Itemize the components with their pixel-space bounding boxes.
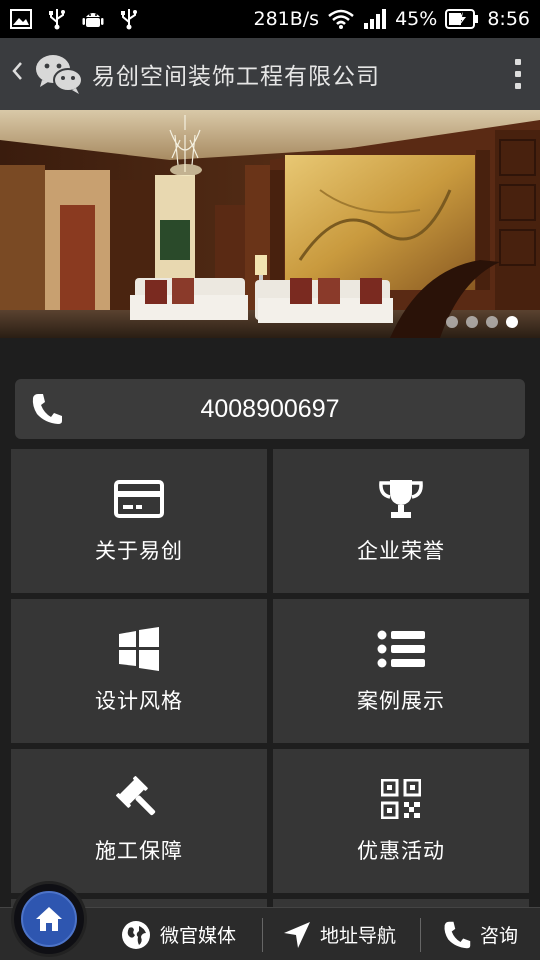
home-button[interactable]: [14, 884, 84, 954]
tile-label: 设计风格: [95, 689, 183, 713]
carousel-dot[interactable]: [446, 316, 458, 328]
battery-percent: 45%: [395, 8, 438, 30]
home-icon: [36, 907, 62, 931]
usb-icon: [46, 8, 68, 30]
network-speed: 281B/s: [253, 8, 320, 30]
carousel-indicator: [446, 316, 518, 328]
android-icon: [82, 8, 104, 30]
wechat-icon: [34, 52, 84, 96]
tile-label: 优惠活动: [357, 839, 445, 863]
banner-image: [0, 110, 540, 338]
nav-consult[interactable]: 咨询: [442, 908, 518, 960]
tile-label: 关于易创: [95, 539, 183, 563]
nav-divider: [262, 918, 263, 952]
tile-honors[interactable]: 企业荣誉: [273, 449, 529, 593]
phone-number: 4008900697: [200, 394, 340, 423]
gavel-icon: [113, 776, 165, 821]
back-button[interactable]: [0, 59, 34, 89]
phone-icon: [32, 394, 62, 424]
carousel-dot[interactable]: [486, 316, 498, 328]
nav-label: 咨询: [480, 925, 519, 947]
tile-cases[interactable]: 案例展示: [273, 599, 529, 743]
main-content: 4008900697 关于易创 企业荣誉 设计风格 案例展示 施工保障 优惠活动: [0, 338, 540, 960]
tile-design-style[interactable]: 设计风格: [11, 599, 267, 743]
more-dot: [515, 71, 521, 77]
phone-icon: [444, 921, 471, 948]
clock: 8:56: [487, 8, 530, 30]
more-menu-button[interactable]: [496, 52, 540, 96]
carousel-dot-active[interactable]: [506, 316, 518, 328]
app-header: 易创空间装饰工程有限公司: [0, 38, 540, 110]
trophy-icon: [375, 477, 427, 521]
nav-divider: [420, 918, 421, 952]
status-left-icons: [10, 8, 140, 30]
list-icon: [375, 627, 427, 671]
gallery-icon: [10, 8, 32, 30]
banner-carousel[interactable]: [0, 110, 540, 338]
usb-icon: [118, 8, 140, 30]
phone-call-bar[interactable]: 4008900697: [15, 379, 525, 439]
more-dot: [515, 59, 521, 65]
page-title: 易创空间装饰工程有限公司: [92, 64, 380, 90]
tile-about[interactable]: 关于易创: [11, 449, 267, 593]
navigation-arrow-icon: [284, 921, 310, 948]
windows-icon: [113, 627, 165, 671]
status-right: 281B/s 45% 8:56: [253, 8, 530, 30]
nav-label: 地址导航: [320, 925, 397, 947]
status-bar: 281B/s 45% 8:56: [0, 0, 540, 38]
tile-construction[interactable]: 施工保障: [11, 749, 267, 893]
nav-media[interactable]: 微官媒体: [120, 908, 236, 960]
more-dot: [515, 83, 521, 89]
wifi-icon: [327, 8, 355, 30]
qr-code-icon: [375, 777, 427, 821]
globe-icon: [122, 920, 150, 949]
tile-label: 企业荣誉: [357, 539, 445, 563]
id-card-icon: [113, 477, 165, 521]
nav-directions[interactable]: 地址导航: [282, 908, 396, 960]
signal-icon: [363, 9, 387, 29]
battery-icon: [445, 9, 479, 29]
tile-label: 施工保障: [95, 839, 183, 863]
carousel-dot[interactable]: [466, 316, 478, 328]
home-button-inner: [21, 891, 77, 947]
nav-label: 微官媒体: [160, 925, 237, 947]
chevron-left-icon: [12, 62, 22, 80]
tile-promotions[interactable]: 优惠活动: [273, 749, 529, 893]
tile-label: 案例展示: [357, 689, 445, 713]
